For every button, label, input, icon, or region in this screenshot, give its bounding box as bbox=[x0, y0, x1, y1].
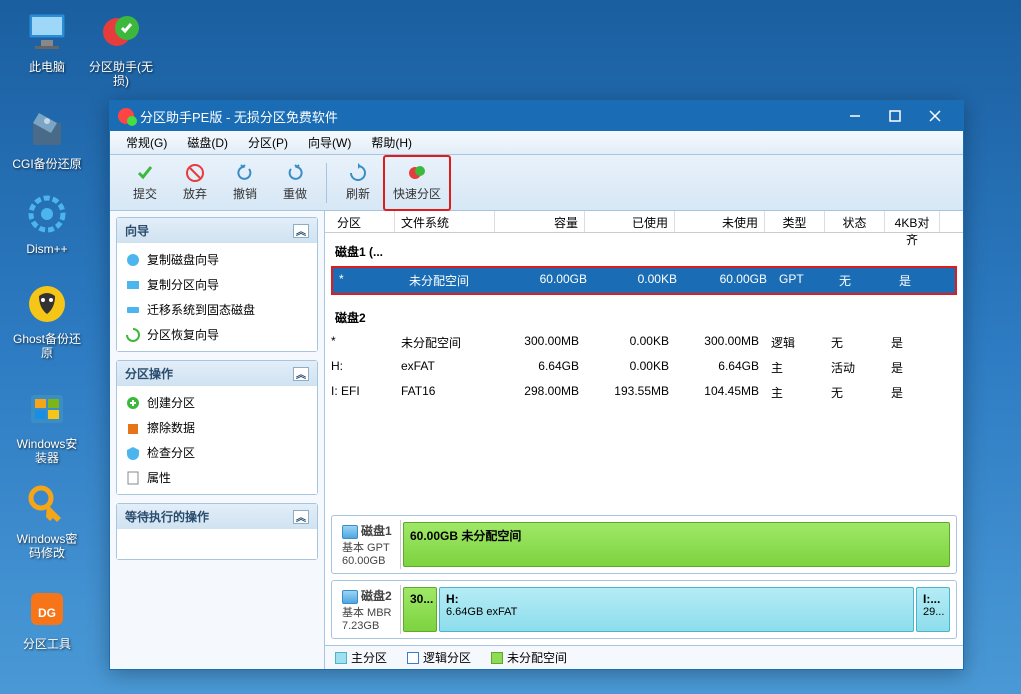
wizard-copy-disk[interactable]: 复制磁盘向导 bbox=[117, 247, 317, 272]
pending-panel: 等待执行的操作 ︽ bbox=[116, 503, 318, 560]
partition-segment[interactable]: 30... bbox=[403, 587, 437, 632]
partition-segment[interactable]: H:6.64GB exFAT bbox=[439, 587, 914, 632]
table-row[interactable]: *未分配空间60.00GB0.00KB60.00GBGPT无是 bbox=[333, 268, 955, 293]
desktop-icon-ghost[interactable]: Ghost备份还原 bbox=[12, 280, 82, 360]
legend-primary-icon bbox=[335, 652, 347, 664]
partops-panel-title: 分区操作 bbox=[125, 365, 173, 382]
menu-disk[interactable]: 磁盘(D) bbox=[177, 132, 238, 153]
desktop-icon-diskgenius[interactable]: DG 分区工具 bbox=[12, 585, 82, 651]
collapse-icon[interactable]: ︽ bbox=[293, 224, 309, 238]
disk-maps: 磁盘1基本 GPT60.00GB60.00GB 未分配空间磁盘2基本 MBR7.… bbox=[325, 509, 963, 645]
titlebar[interactable]: 分区助手PE版 - 无损分区免费软件 bbox=[110, 101, 963, 131]
desktop-icon-computer[interactable]: 此电脑 bbox=[12, 8, 82, 74]
disk-map[interactable]: 磁盘2基本 MBR7.23GB30...H:6.64GB exFATI:...2… bbox=[331, 580, 957, 639]
table-header: 分区 文件系统 容量 已使用 未使用 类型 状态 4KB对齐 bbox=[325, 211, 963, 233]
commit-button[interactable]: 提交 bbox=[120, 159, 170, 207]
wizard-panel: 向导 ︽ 复制磁盘向导 复制分区向导 迁移系统到固态磁盘 分区恢复向导 bbox=[116, 217, 318, 352]
selected-row-highlight: *未分配空间60.00GB0.00KB60.00GBGPT无是 bbox=[331, 266, 957, 295]
desktop-icon-win-install[interactable]: Windows安装器 bbox=[12, 385, 82, 465]
disk-header[interactable]: 磁盘1 (... bbox=[325, 239, 963, 264]
op-check-partition[interactable]: 检查分区 bbox=[117, 440, 317, 465]
minimize-button[interactable] bbox=[835, 102, 875, 130]
quick-partition-button[interactable]: 快速分区 bbox=[387, 159, 447, 207]
desktop-icon-cgi-backup[interactable]: CGI备份还原 bbox=[12, 105, 82, 171]
legend-unalloc-icon bbox=[491, 652, 503, 664]
wizard-recover-partition[interactable]: 分区恢复向导 bbox=[117, 322, 317, 347]
legend-logical-icon bbox=[407, 652, 419, 664]
undo-button[interactable]: 撤销 bbox=[220, 159, 270, 207]
wizard-migrate-ssd[interactable]: 迁移系统到固态磁盘 bbox=[117, 297, 317, 322]
legend: 主分区 逻辑分区 未分配空间 bbox=[325, 645, 963, 669]
table-row[interactable]: *未分配空间300.00MB0.00KB300.00MB逻辑无是 bbox=[325, 330, 963, 355]
svg-text:DG: DG bbox=[38, 606, 56, 620]
app-window: 分区助手PE版 - 无损分区免费软件 常规(G) 磁盘(D) 分区(P) 向导(… bbox=[109, 100, 964, 670]
wizard-panel-title: 向导 bbox=[125, 222, 149, 239]
partops-panel: 分区操作 ︽ 创建分区 擦除数据 检查分区 属性 bbox=[116, 360, 318, 495]
table-body: 磁盘1 (... *未分配空间60.00GB0.00KB60.00GBGPT无是磁… bbox=[325, 233, 963, 509]
desktop-icon-dism[interactable]: Dism++ bbox=[12, 190, 82, 256]
refresh-button[interactable]: 刷新 bbox=[333, 159, 383, 207]
menu-help[interactable]: 帮助(H) bbox=[361, 132, 422, 153]
op-properties[interactable]: 属性 bbox=[117, 465, 317, 490]
menu-partition[interactable]: 分区(P) bbox=[238, 132, 298, 153]
collapse-icon[interactable]: ︽ bbox=[293, 510, 309, 524]
menubar: 常规(G) 磁盘(D) 分区(P) 向导(W) 帮助(H) bbox=[110, 131, 963, 155]
partition-segment[interactable]: 60.00GB 未分配空间 bbox=[403, 522, 950, 567]
sidebar: 向导 ︽ 复制磁盘向导 复制分区向导 迁移系统到固态磁盘 分区恢复向导 分区操作 ︽… bbox=[110, 211, 324, 669]
desktop-icon-password[interactable]: Windows密码修改 bbox=[12, 480, 82, 560]
desktop-icon-partition-assistant[interactable]: 分区助手(无损) bbox=[86, 8, 156, 88]
disk-map[interactable]: 磁盘1基本 GPT60.00GB60.00GB 未分配空间 bbox=[331, 515, 957, 574]
toolbar: 提交 放弃 撤销 重做 刷新 快速分区 bbox=[110, 155, 963, 211]
window-title: 分区助手PE版 - 无损分区免费软件 bbox=[140, 107, 835, 126]
wizard-copy-partition[interactable]: 复制分区向导 bbox=[117, 272, 317, 297]
redo-button[interactable]: 重做 bbox=[270, 159, 320, 207]
op-create-partition[interactable]: 创建分区 bbox=[117, 390, 317, 415]
quick-partition-highlight: 快速分区 bbox=[383, 155, 451, 211]
discard-button[interactable]: 放弃 bbox=[170, 159, 220, 207]
main-area: 分区 文件系统 容量 已使用 未使用 类型 状态 4KB对齐 磁盘1 (... *… bbox=[324, 211, 963, 669]
table-row[interactable]: H:exFAT6.64GB0.00KB6.64GB主活动是 bbox=[325, 355, 963, 380]
close-button[interactable] bbox=[915, 102, 955, 130]
menu-wizard[interactable]: 向导(W) bbox=[298, 132, 361, 153]
pending-panel-title: 等待执行的操作 bbox=[125, 508, 209, 525]
disk-header[interactable]: 磁盘2 bbox=[325, 305, 963, 330]
op-wipe-data[interactable]: 擦除数据 bbox=[117, 415, 317, 440]
menu-general[interactable]: 常规(G) bbox=[116, 132, 177, 153]
app-icon bbox=[118, 108, 134, 124]
table-row[interactable]: I: EFIFAT16298.00MB193.55MB104.45MB主无是 bbox=[325, 380, 963, 405]
collapse-icon[interactable]: ︽ bbox=[293, 367, 309, 381]
maximize-button[interactable] bbox=[875, 102, 915, 130]
partition-segment[interactable]: I:...29... bbox=[916, 587, 950, 632]
